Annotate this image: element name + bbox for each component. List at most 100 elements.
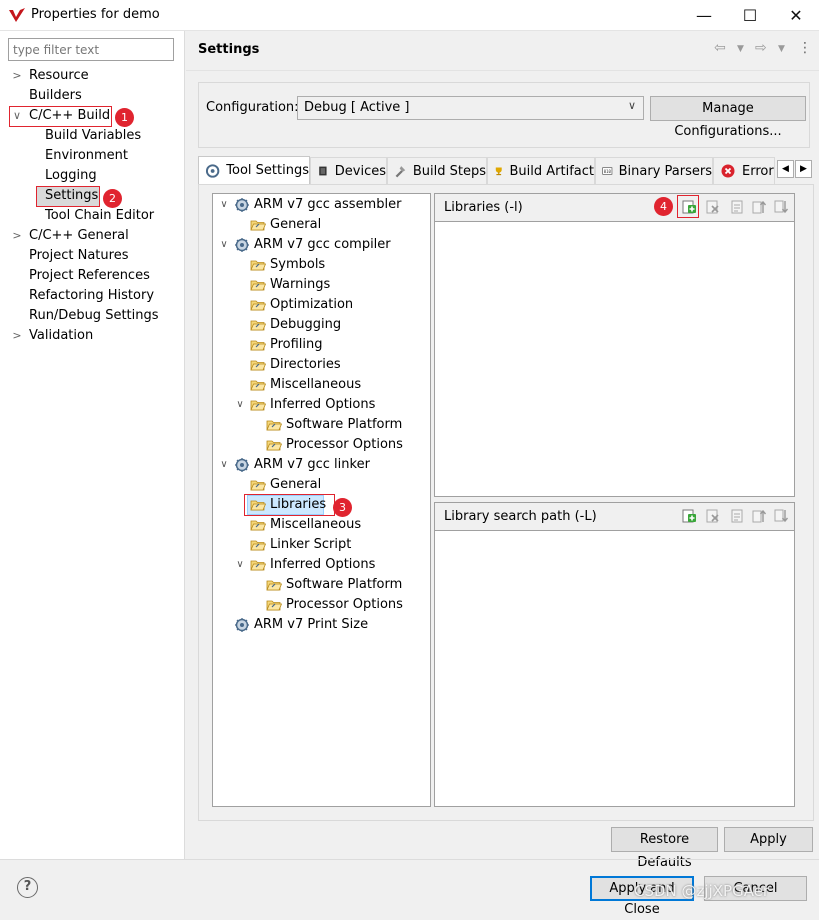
tree-item-compiler[interactable]: ARM v7 gcc compiler <box>254 236 391 254</box>
chevron-down-icon[interactable]: ∨ <box>218 196 230 214</box>
chevron-right-icon[interactable]: > <box>11 67 23 85</box>
chevron-down-icon[interactable]: ∨ <box>234 556 246 574</box>
tree-item-linker-inferred-options[interactable]: Inferred Options <box>270 556 375 574</box>
tool-gear-icon <box>234 197 250 213</box>
tool-gear-icon <box>234 457 250 473</box>
chevron-right-icon[interactable]: > <box>11 227 23 245</box>
chevron-down-icon[interactable]: ∨ <box>234 396 246 414</box>
add-icon[interactable] <box>681 508 697 524</box>
chevron-right-icon[interactable]: > <box>11 327 23 345</box>
tree-item-linker-software-platform[interactable]: Software Platform <box>286 576 402 594</box>
options-folder-icon <box>266 577 282 593</box>
nav-item-settings[interactable]: Settings <box>45 187 98 205</box>
tree-item-optimization[interactable]: Optimization <box>270 296 353 314</box>
options-folder-icon <box>250 477 266 493</box>
nav-item-tool-chain-editor[interactable]: Tool Chain Editor <box>45 207 154 225</box>
back-arrow-icon[interactable]: ⇦ <box>714 40 726 56</box>
chevron-down-icon[interactable]: ∨ <box>218 456 230 474</box>
svg-text:010: 010 <box>604 169 612 174</box>
tab-binary-parsers[interactable]: 010 Binary Parsers <box>595 157 713 184</box>
view-menu-icon[interactable]: ⋮ <box>798 40 812 56</box>
footer-divider <box>0 859 819 860</box>
tree-item-software-platform[interactable]: Software Platform <box>286 416 402 434</box>
apply-and-close-button[interactable]: Apply and Close <box>590 876 694 917</box>
tree-item-symbols[interactable]: Symbols <box>270 256 325 274</box>
options-folder-icon <box>266 437 282 453</box>
maximize-button[interactable]: ☐ <box>727 0 773 31</box>
nav-item-validation[interactable]: Validation <box>29 327 93 345</box>
tree-item-libraries[interactable]: Libraries <box>270 496 326 514</box>
nav-item-environment[interactable]: Environment <box>45 147 128 165</box>
nav-item-cpp-build[interactable]: C/C++ Build <box>29 107 110 125</box>
help-icon[interactable]: ? <box>17 877 38 898</box>
manage-configurations-button[interactable]: Manage Configurations... <box>650 96 806 139</box>
tree-item-linker-general[interactable]: General <box>270 476 321 494</box>
move-down-icon[interactable] <box>773 199 789 215</box>
add-icon[interactable] <box>681 199 697 215</box>
nav-item-builders[interactable]: Builders <box>29 87 82 105</box>
tab-strip: Tool Settings Devices Build Steps Build … <box>198 156 814 184</box>
tree-item-miscellaneous[interactable]: Miscellaneous <box>270 376 361 394</box>
nav-item-project-natures[interactable]: Project Natures <box>29 247 128 265</box>
tree-item-directories[interactable]: Directories <box>270 356 341 374</box>
tab-tool-settings[interactable]: Tool Settings <box>198 156 310 184</box>
back-dropdown-icon[interactable]: ▼ <box>737 44 744 54</box>
tree-item-linker-miscellaneous[interactable]: Miscellaneous <box>270 516 361 534</box>
tree-item-linker[interactable]: ARM v7 gcc linker <box>254 456 370 474</box>
tree-item-warnings[interactable]: Warnings <box>270 276 330 294</box>
move-up-icon[interactable] <box>751 199 767 215</box>
restore-defaults-button[interactable]: Restore Defaults <box>611 827 718 870</box>
nav-item-refactoring-history[interactable]: Refactoring History <box>29 287 154 305</box>
filter-input[interactable] <box>8 38 174 61</box>
annotation-badge-3: 3 <box>333 498 352 517</box>
close-button[interactable]: ✕ <box>773 0 819 31</box>
tab-scroll-right-button[interactable]: ▶ <box>795 160 812 178</box>
forward-arrow-icon[interactable]: ⇨ <box>755 40 767 56</box>
app-logo-icon <box>9 8 25 22</box>
tree-item-assembler[interactable]: ARM v7 gcc assembler <box>254 196 401 214</box>
tab-build-steps[interactable]: Build Steps <box>387 157 487 184</box>
minimize-button[interactable]: — <box>681 0 727 31</box>
tab-scroll-left-button[interactable]: ◀ <box>777 160 794 178</box>
delete-icon[interactable] <box>705 508 721 524</box>
chevron-down-icon[interactable]: ∨ <box>11 107 23 125</box>
tree-item-inferred-options[interactable]: Inferred Options <box>270 396 375 414</box>
nav-item-run-debug-settings[interactable]: Run/Debug Settings <box>29 307 159 325</box>
tab-devices[interactable]: Devices <box>310 157 387 184</box>
tab-build-artifact[interactable]: Build Artifact <box>487 157 595 184</box>
forward-dropdown-icon[interactable]: ▼ <box>778 44 785 54</box>
tree-item-processor-options[interactable]: Processor Options <box>286 436 403 454</box>
build-artifact-icon <box>495 167 502 176</box>
tree-item-linker-processor-options[interactable]: Processor Options <box>286 596 403 614</box>
configuration-select[interactable]: Debug [ Active ] <box>297 96 644 120</box>
tab-label: Error <box>742 163 774 179</box>
move-down-icon[interactable] <box>773 508 789 524</box>
nav-item-resource[interactable]: Resource <box>29 67 89 85</box>
build-steps-icon <box>395 166 406 178</box>
nav-item-logging[interactable]: Logging <box>45 167 97 185</box>
nav-item-cpp-general[interactable]: C/C++ General <box>29 227 129 245</box>
devices-icon <box>319 166 327 176</box>
move-up-icon[interactable] <box>751 508 767 524</box>
nav-item-project-references[interactable]: Project References <box>29 267 150 285</box>
options-folder-icon <box>250 397 266 413</box>
edit-icon[interactable] <box>729 508 745 524</box>
binary-parsers-icon: 010 <box>602 167 613 175</box>
chevron-down-icon[interactable]: ∨ <box>218 236 230 254</box>
options-folder-icon <box>250 297 266 313</box>
cancel-button[interactable]: Cancel <box>704 876 807 901</box>
nav-item-build-variables[interactable]: Build Variables <box>45 127 141 145</box>
tree-item-assembler-general[interactable]: General <box>270 216 321 234</box>
tree-item-profiling[interactable]: Profiling <box>270 336 323 354</box>
delete-icon[interactable] <box>705 199 721 215</box>
tree-item-print-size[interactable]: ARM v7 Print Size <box>254 616 368 634</box>
search-path-panel-header: Library search path (-L) <box>435 503 794 531</box>
options-folder-icon <box>250 517 266 533</box>
chevron-down-icon: ∨ <box>628 99 637 112</box>
tab-error-parsers[interactable]: Error <box>713 157 775 184</box>
apply-button[interactable]: Apply <box>724 827 813 852</box>
tree-item-debugging[interactable]: Debugging <box>270 316 341 334</box>
edit-icon[interactable] <box>729 199 745 215</box>
tab-label: Build Artifact <box>509 163 595 179</box>
tree-item-linker-script[interactable]: Linker Script <box>270 536 351 554</box>
